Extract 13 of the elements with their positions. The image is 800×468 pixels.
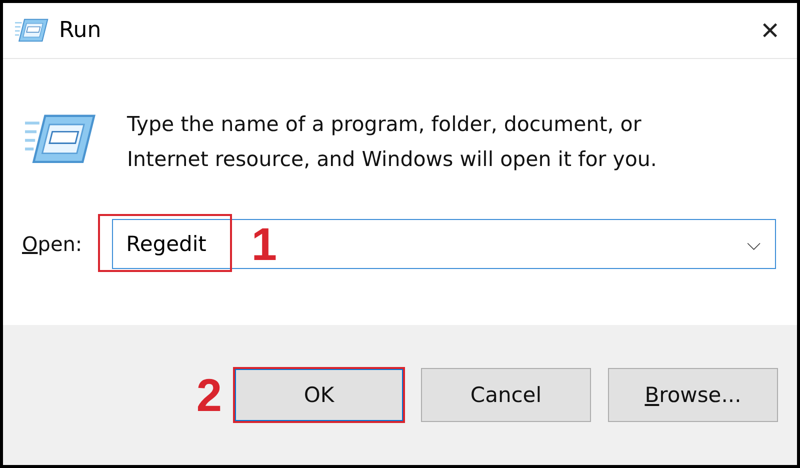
run-icon	[15, 18, 49, 43]
step-number: 1	[251, 218, 277, 270]
open-combo-box[interactable]: Regedit 1 ⌵	[112, 219, 776, 269]
open-label: Open:	[22, 232, 82, 256]
dialog-button[interactable]: Browse...	[608, 368, 778, 422]
close-button[interactable]: ✕	[743, 4, 797, 56]
dialog-button[interactable]: Cancel	[421, 368, 591, 422]
step-number: 2	[196, 368, 222, 422]
dropdown-arrow[interactable]: ⌵	[747, 234, 775, 254]
run-icon	[25, 113, 97, 165]
window-title: Run	[59, 18, 102, 43]
dialog-button[interactable]: OK	[234, 368, 404, 422]
instruction-text: Type the name of a program, folder, document, or Internet resource, and Windows will open it for you.	[127, 111, 658, 173]
